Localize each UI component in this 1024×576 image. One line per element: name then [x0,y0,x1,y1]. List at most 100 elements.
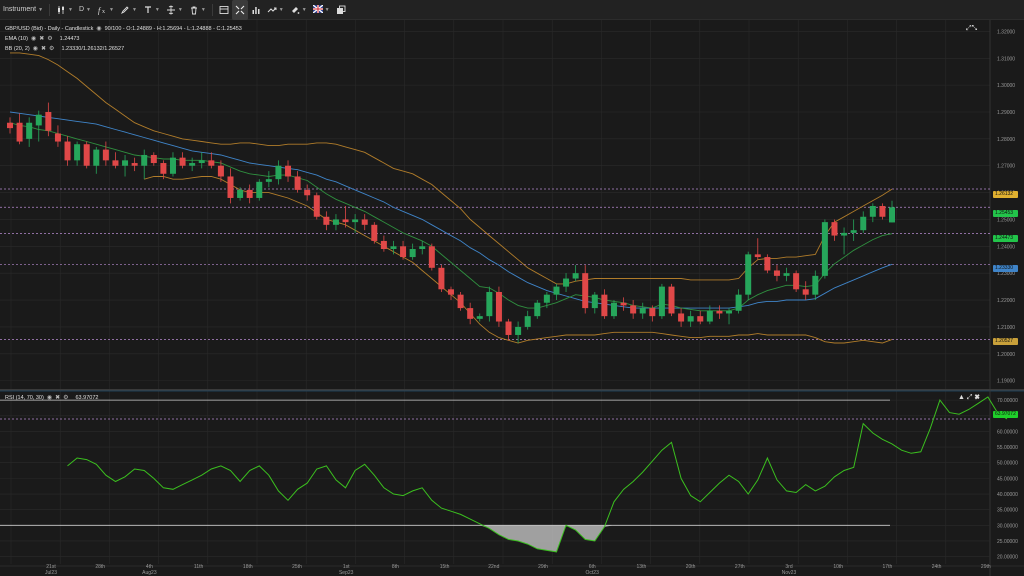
candle-body[interactable] [294,176,301,190]
candle-body[interactable] [601,294,608,317]
chart-area[interactable]: 1.32000 1.31000 1.30000 1.29000 1.28000 1.270… [0,20,1024,576]
candle-body[interactable] [793,273,800,290]
move-up-icon[interactable]: ▲ [958,394,965,401]
popout-button[interactable] [333,0,349,20]
candle-body[interactable] [7,122,13,129]
candle-body[interactable] [400,246,407,258]
candle-body[interactable] [342,219,349,223]
expand-icon[interactable]: ⤢ [967,394,973,401]
candle-body[interactable] [26,122,33,139]
candle-body[interactable] [524,316,531,327]
candle-body[interactable] [227,176,234,198]
candle-body[interactable] [879,206,886,217]
candle-body[interactable] [371,224,378,241]
candle-body[interactable] [486,291,493,317]
candle-body[interactable] [735,294,742,311]
candle-body[interactable] [515,326,522,335]
candle-body[interactable] [131,163,138,166]
candle-body[interactable] [610,302,617,317]
candle-body[interactable] [563,278,570,287]
volume-button[interactable] [248,0,264,20]
close-icon[interactable]: ✖ [55,394,60,401]
close-icon[interactable]: ✖ [974,394,979,401]
candle-body[interactable] [217,165,224,177]
candle-body[interactable] [64,141,71,161]
candle-body[interactable] [869,206,876,217]
candle-body[interactable] [313,195,320,217]
candle-body[interactable] [112,160,119,166]
candle-body[interactable] [697,316,704,322]
candle-body[interactable] [208,160,215,166]
candle-body[interactable] [783,273,790,276]
candle-body[interactable] [802,289,809,295]
candle-body[interactable] [649,308,656,317]
candle-body[interactable] [505,321,512,335]
candle-body[interactable] [591,294,598,309]
candle-body[interactable] [841,232,848,236]
instrument-dropdown[interactable]: Instrument ▼ [0,0,46,20]
candle-body[interactable] [74,144,81,161]
eye-icon[interactable]: ◉ [96,25,101,32]
layout-button[interactable] [216,0,232,20]
candle-body[interactable] [419,246,426,249]
candle-body[interactable] [764,257,771,271]
drawing-tools-dropdown[interactable]: ▼ [117,0,140,20]
rsi-pane-controls[interactable]: ▲ ⤢ ✖ [958,394,980,402]
candle-body[interactable] [122,160,129,166]
candle-body[interactable] [332,219,339,225]
candle-body[interactable] [773,270,780,276]
candle-body[interactable] [438,267,445,290]
chart-type-dropdown[interactable]: ▼ [53,0,76,20]
candle-body[interactable] [35,114,42,126]
candle-body[interactable] [169,157,176,174]
candle-body[interactable] [237,189,244,198]
candle-body[interactable] [630,305,637,314]
candle-body[interactable] [160,163,167,174]
gear-icon[interactable]: ⚙ [63,394,68,401]
candle-body[interactable] [706,310,713,322]
language-dropdown[interactable]: ▼ [310,0,333,20]
candle-body[interactable] [16,122,23,142]
candle-body[interactable] [390,246,397,249]
candle-body[interactable] [860,216,867,231]
candle-body[interactable] [409,248,416,258]
candle-body[interactable] [265,179,272,182]
candle-body[interactable] [821,222,828,276]
close-icon[interactable]: ✖ [41,45,46,52]
timeframe-dropdown[interactable]: D ▼ [76,0,94,20]
candle-body[interactable] [687,316,694,322]
zoom-dropdown[interactable]: ▼ [163,0,186,20]
candle-body[interactable] [534,302,541,317]
candle-body[interactable] [83,144,90,166]
candle-body[interactable] [285,165,292,177]
candle-body[interactable] [467,308,474,319]
candle-body[interactable] [448,289,454,295]
candle-body[interactable] [889,207,895,223]
candle-body[interactable] [850,230,857,233]
candle-body[interactable] [745,254,752,295]
candle-body[interactable] [678,313,685,322]
candle-body[interactable] [716,310,723,314]
candle-body[interactable] [141,154,148,166]
candle-body[interactable] [352,219,359,223]
candle-body[interactable] [726,310,733,314]
candle-body[interactable] [457,294,464,309]
candle-body[interactable] [812,275,819,295]
gear-icon[interactable]: ⚙ [49,45,54,52]
candle-body[interactable] [658,286,665,317]
candle-body[interactable] [150,154,157,164]
expand-icon[interactable]: ⤢⤡ [966,25,977,33]
candle-body[interactable] [198,160,205,164]
candle-body[interactable] [668,286,675,314]
candle-body[interactable] [189,163,196,166]
candle-body[interactable] [102,149,109,161]
candle-body[interactable] [495,291,502,322]
candle-body[interactable] [582,273,589,309]
candle-body[interactable] [543,294,550,303]
candle-body[interactable] [256,181,263,198]
eye-icon[interactable]: ◉ [47,394,52,401]
indicators-dropdown[interactable]: fx ▼ [94,0,117,20]
candle-body[interactable] [93,149,100,166]
close-icon[interactable]: ✖ [39,35,44,42]
candle-body[interactable] [831,222,838,236]
